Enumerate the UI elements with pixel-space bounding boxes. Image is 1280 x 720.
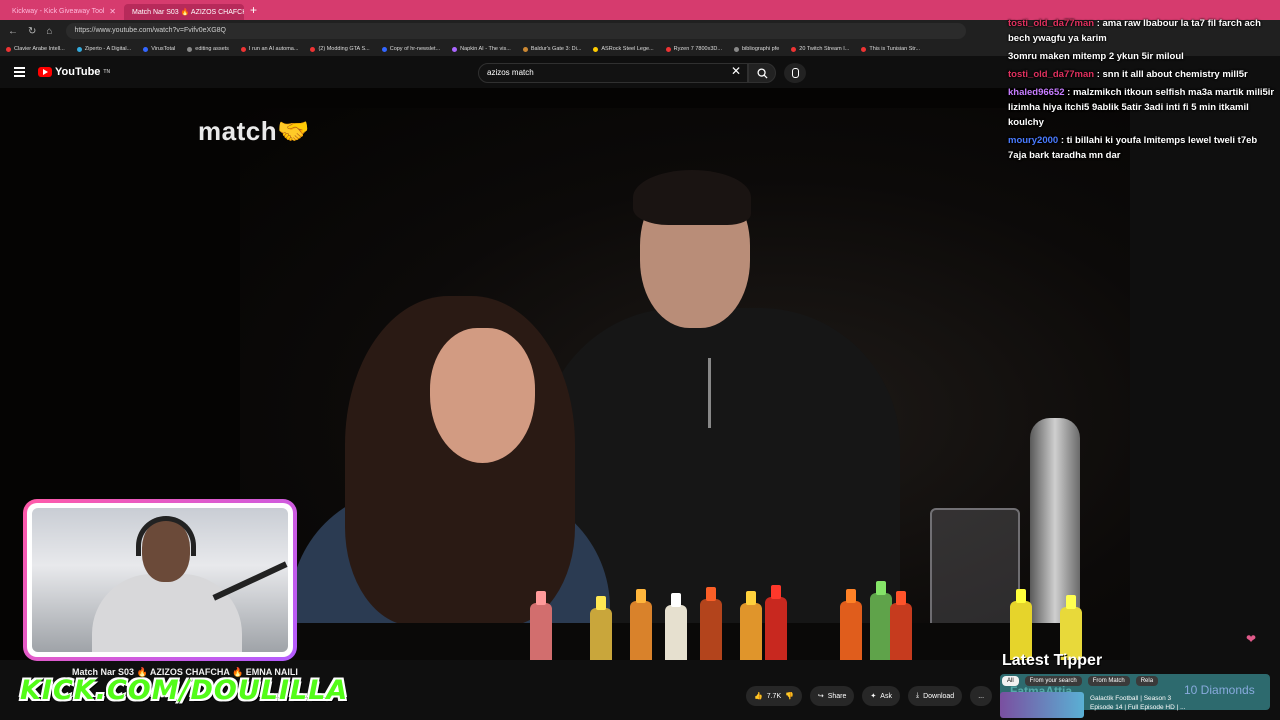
heart-icon: ❤: [1246, 632, 1257, 646]
bookmark-item[interactable]: Ziperto - A Digital...: [76, 46, 131, 52]
url-input[interactable]: https://www.youtube.com/watch?v=Fvifv0eX…: [66, 23, 967, 39]
download-icon: ⤓: [915, 692, 920, 699]
clear-search-icon[interactable]: ✕: [731, 64, 741, 78]
bookmark-item[interactable]: Clavier Arabe Intell...: [6, 46, 65, 52]
sauce-bottle: [740, 603, 762, 660]
share-button[interactable]: ↪ Share: [809, 686, 855, 706]
sauce-bottle: [630, 601, 652, 660]
new-tab-button[interactable]: +: [250, 3, 257, 17]
chat-text: : snn it alll about chemistry mill5r: [1096, 69, 1248, 80]
back-icon[interactable]: ←: [8, 26, 18, 37]
tab-label: Kickway - Kick Giveaway Tool: [12, 8, 105, 15]
thumbs-up-icon: 👍: [754, 693, 763, 700]
sauce-bottle: [890, 603, 912, 660]
youtube-play-icon: [38, 67, 52, 77]
webcam-frame: [23, 499, 297, 661]
chat-message: tosti_old_da77man : ama raw lbabour la t…: [1008, 16, 1276, 46]
video-thumbnail: [1000, 692, 1084, 718]
chat-username: khaled96652: [1008, 87, 1065, 98]
bookmark-item[interactable]: This is Tunisian Str...: [861, 46, 920, 52]
recommended-video[interactable]: Galactik Football | Season 3 Episode 14 …: [1000, 692, 1270, 718]
sauce-bottle: [530, 603, 552, 660]
chat-username: moury2000: [1008, 135, 1059, 146]
chat-text: 3omru maken mitemp 2 ykun 5ir miloul: [1008, 51, 1184, 62]
bookmark-item[interactable]: Copy of hr-newslet...: [381, 46, 440, 52]
channel-watermark: match🤝: [198, 116, 310, 146]
tab-label: Match Nar S03 🔥 AZIZOS CHAFCHA: [132, 8, 244, 16]
tab-kickway[interactable]: Kickway - Kick Giveaway Tool ✕: [4, 4, 124, 20]
close-icon[interactable]: ✕: [109, 7, 116, 16]
microphone-arm: [212, 561, 288, 601]
chip-from-match[interactable]: From Match: [1087, 676, 1130, 686]
bookmark-item[interactable]: VirusTotal: [143, 46, 175, 52]
sauce-bottle: [840, 601, 862, 660]
youtube-header: YouTube TN azizos match ✕: [0, 58, 1000, 88]
sauce-bottle: [700, 599, 722, 660]
chat-message: moury2000 : ti billahi ki youfa lmitemps…: [1008, 133, 1276, 163]
chat-message: tosti_old_da77man : snn it alll about ch…: [1008, 67, 1276, 82]
kick-channel-url: KICK.COM/DOULILLA: [20, 675, 349, 706]
ask-button[interactable]: ✦ Ask: [862, 686, 900, 706]
chat-username: tosti_old_da77man: [1008, 69, 1095, 80]
rec-video-title: Galactik Football | Season 3: [1090, 695, 1172, 702]
like-button[interactable]: 👍 7.7K 👎: [746, 686, 802, 706]
bookmark-item[interactable]: I run an AI automa...: [240, 46, 298, 52]
search-button[interactable]: [748, 63, 776, 83]
sparkle-icon: ✦: [870, 693, 877, 700]
chip-related[interactable]: Rela: [1135, 676, 1159, 686]
bookmark-item[interactable]: Ryzen 7 7800x3D...: [665, 46, 722, 52]
bookmark-item[interactable]: editing assets: [187, 46, 229, 52]
bookmark-item[interactable]: Baldur's Gate 3: Di...: [522, 46, 581, 52]
headset-icon: [136, 516, 196, 556]
woman-face: [430, 328, 535, 463]
rec-video-subtitle: Episode 14 | Full Episode HD | ...: [1090, 704, 1186, 711]
sauce-bottle: [590, 608, 612, 660]
bookmark-item[interactable]: bibliographi pfe: [733, 46, 779, 52]
share-icon: ↪: [817, 693, 824, 700]
search-input[interactable]: azizos match: [478, 63, 748, 83]
chat-username: tosti_old_da77man: [1008, 18, 1095, 29]
webcam-feed: [32, 508, 288, 652]
bookmark-item[interactable]: (2) Modding GTA S...: [310, 46, 370, 52]
bookmark-item[interactable]: 20 Twitch Stream I...: [791, 46, 849, 52]
voice-search-button[interactable]: [784, 63, 806, 83]
chat-message: 3omru maken mitemp 2 ykun 5ir miloul: [1008, 49, 1276, 64]
search-icon: [757, 68, 768, 79]
thumbs-down-icon[interactable]: 👎: [785, 692, 794, 700]
streamer-figure: [92, 574, 242, 652]
hamburger-menu-icon[interactable]: [14, 67, 25, 77]
latest-tipper-label: Latest Tipper: [1002, 652, 1103, 669]
youtube-logo[interactable]: YouTube TN: [38, 66, 110, 78]
video-actions: 👍 7.7K 👎 ↪ Share ✦ Ask ⤓ Download ...: [746, 686, 993, 706]
sauce-bottle: [870, 593, 892, 660]
sauce-bottle: [765, 597, 787, 660]
home-icon[interactable]: ⌂: [46, 26, 52, 37]
sauce-bottle: [665, 605, 687, 660]
reload-icon[interactable]: ↻: [28, 26, 36, 37]
stream-chat-overlay: tosti_old_da77man : ama raw lbabour la t…: [1008, 16, 1276, 166]
more-actions-button[interactable]: ...: [970, 686, 993, 706]
chat-message: khaled96652 : malzmikch itkoun selfish m…: [1008, 85, 1276, 130]
bookmark-item[interactable]: Napkin AI - The vis...: [452, 46, 511, 52]
bookmark-item[interactable]: ASRock Steel Lege...: [593, 46, 654, 52]
tab-youtube-match[interactable]: Match Nar S03 🔥 AZIZOS CHAFCHA✕: [124, 3, 244, 20]
download-button[interactable]: ⤓ Download: [907, 686, 963, 706]
